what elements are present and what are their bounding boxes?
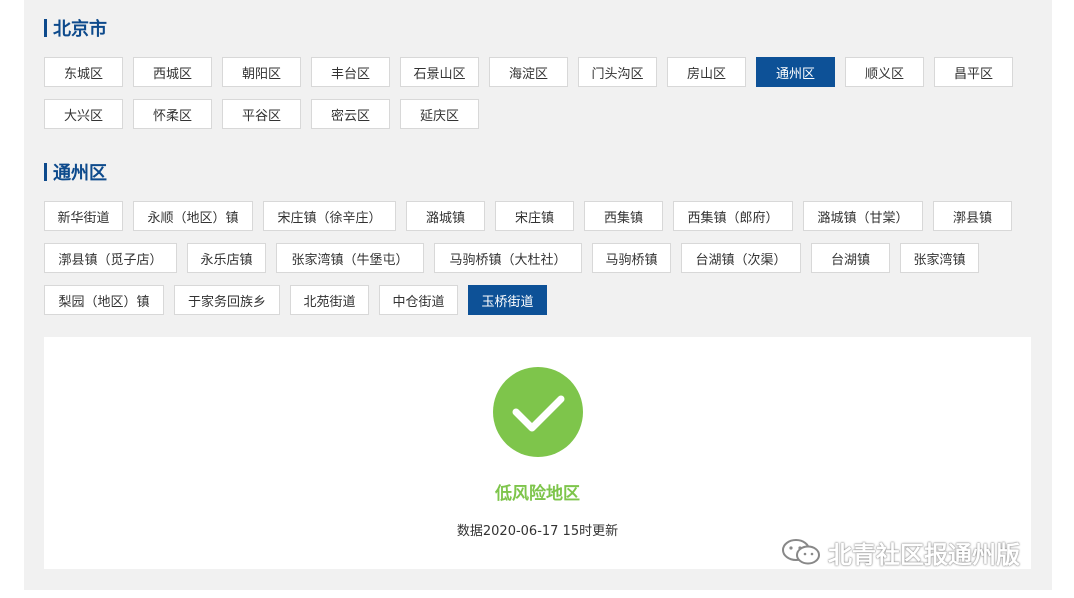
risk-query-panel: 北京市 东城区 西城区 朝阳区 丰台区 石景山区 海淀区 门头沟区 房山区 通州区 顺义区 昌平区大…: [24, 0, 1052, 590]
district-button[interactable]: 石景山区: [400, 57, 479, 87]
town-button[interactable]: 新华街道: [44, 201, 123, 231]
district-button[interactable]: 顺义区: [845, 57, 924, 87]
town-button[interactable]: 中仓街道: [379, 285, 458, 315]
district-button[interactable]: 朝阳区: [222, 57, 301, 87]
district-button[interactable]: 门头沟区: [578, 57, 657, 87]
town-button[interactable]: 台湖镇: [811, 243, 890, 273]
town-button[interactable]: 玉桥街道: [468, 285, 547, 315]
district-button[interactable]: 延庆区: [400, 99, 479, 129]
watermark: 北青社区报通州版: [780, 535, 1020, 569]
town-button[interactable]: 漷县镇（觅子店）: [44, 243, 177, 273]
wechat-icon: [782, 539, 820, 565]
town-button[interactable]: 台湖镇（次渠）: [681, 243, 801, 273]
town-button[interactable]: 张家湾镇: [900, 243, 979, 273]
district-button[interactable]: 平谷区: [222, 99, 301, 129]
district-button[interactable]: 东城区: [44, 57, 123, 87]
district-button[interactable]: 密云区: [311, 99, 390, 129]
town-button[interactable]: 宋庄镇（徐辛庄）: [263, 201, 396, 231]
title-bar-decoration: [44, 19, 47, 37]
check-icon: [493, 367, 583, 457]
town-button[interactable]: 梨园（地区）镇: [44, 285, 164, 315]
town-button[interactable]: 北苑街道: [290, 285, 369, 315]
district-title-text: 通州区: [53, 163, 107, 184]
town-button[interactable]: 永乐店镇: [187, 243, 266, 273]
district-button[interactable]: 大兴区: [44, 99, 123, 129]
town-button[interactable]: 潞城镇（甘棠）: [803, 201, 923, 231]
district-button[interactable]: 房山区: [667, 57, 746, 87]
city-section-title: 北京市: [44, 16, 107, 40]
watermark-text: 北青社区报通州版: [828, 540, 1020, 569]
town-button[interactable]: 永顺（地区）镇: [133, 201, 253, 231]
district-button[interactable]: 怀柔区: [133, 99, 212, 129]
title-bar-decoration: [44, 163, 47, 181]
district-button[interactable]: 西城区: [133, 57, 212, 87]
town-button[interactable]: 张家湾镇（牛堡屯）: [276, 243, 424, 273]
risk-level-label: 低风险地区: [495, 484, 580, 504]
city-title-text: 北京市: [53, 19, 107, 40]
town-button[interactable]: 马驹桥镇（大杜社）: [434, 243, 582, 273]
district-section-title: 通州区: [44, 160, 107, 184]
town-button[interactable]: 宋庄镇: [495, 201, 574, 231]
district-button[interactable]: 昌平区: [934, 57, 1013, 87]
district-button[interactable]: 海淀区: [489, 57, 568, 87]
town-button[interactable]: 西集镇（郎府）: [673, 201, 793, 231]
town-button[interactable]: 西集镇: [584, 201, 663, 231]
town-button[interactable]: 马驹桥镇: [592, 243, 671, 273]
district-button[interactable]: 通州区: [756, 57, 835, 87]
town-button[interactable]: 漷县镇: [933, 201, 1012, 231]
town-button[interactable]: 潞城镇: [406, 201, 485, 231]
town-button[interactable]: 于家务回族乡: [174, 285, 280, 315]
district-button[interactable]: 丰台区: [311, 57, 390, 87]
